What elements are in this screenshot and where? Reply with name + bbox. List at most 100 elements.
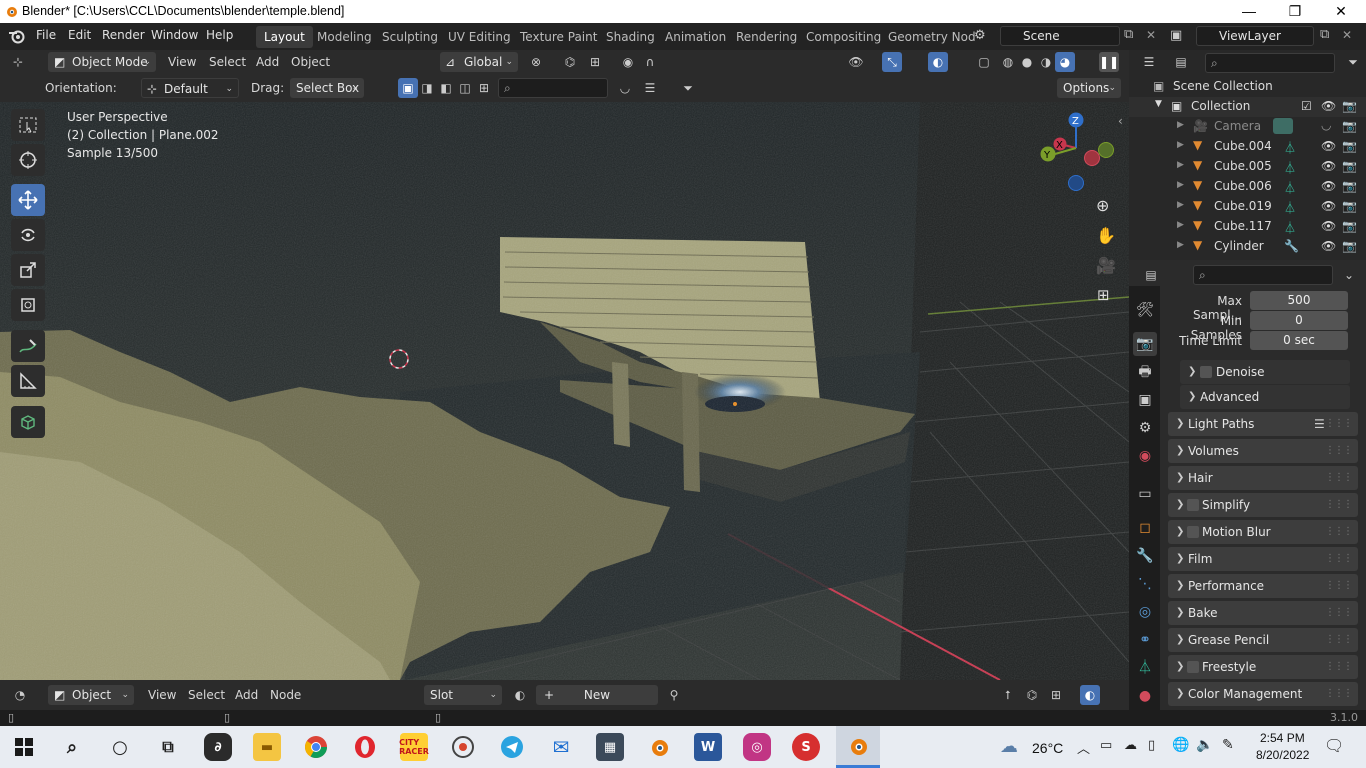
tab-rendering[interactable]: Rendering: [728, 26, 805, 48]
node-overlay-icon[interactable]: ◐: [1080, 685, 1100, 705]
blender-taskbar-icon[interactable]: [645, 733, 673, 761]
3d-viewport[interactable]: User Perspective (2) Collection | Plane.…: [0, 102, 1129, 680]
view-layer-icon[interactable]: ▣: [1170, 28, 1182, 43]
tab-sculpting[interactable]: Sculpting: [374, 26, 446, 48]
outliner-editor-icon[interactable]: ☰: [1139, 52, 1159, 72]
panel-volumes[interactable]: ❯ Volumes ⋮⋮⋮: [1168, 439, 1358, 463]
scene-collection-row[interactable]: ▣ Scene Collection: [1129, 77, 1366, 97]
weather-icon[interactable]: ☁: [1000, 736, 1018, 757]
tool-transform[interactable]: [11, 289, 45, 321]
drag-handle-icon[interactable]: ⋮⋮⋮: [1325, 601, 1353, 625]
menu-help[interactable]: Help: [206, 28, 233, 42]
min-samples-field[interactable]: 0: [1250, 311, 1348, 330]
select-new-icon[interactable]: ▣: [398, 78, 418, 98]
visibility-eye-icon[interactable]: 👁: [1321, 199, 1336, 213]
search-taskbar-icon[interactable]: ⌕: [58, 733, 86, 761]
outliner-display-mode-icon[interactable]: ▤: [1171, 52, 1191, 72]
panel-bake[interactable]: ❯ Bake ⋮⋮⋮: [1168, 601, 1358, 625]
tool-measure[interactable]: [11, 365, 45, 397]
sidebar-toggle-icon[interactable]: ‹: [1118, 114, 1123, 128]
drag-handle-icon[interactable]: ⋮⋮⋮: [1325, 466, 1353, 490]
visibility-eye-icon[interactable]: 👁: [1321, 139, 1336, 153]
scene-icon[interactable]: ⚙: [974, 28, 986, 43]
presets-list-icon[interactable]: ☰: [1314, 412, 1325, 436]
outliner-item-cylinder[interactable]: ▶ ▼ Cylinder 🔧 👁 📷: [1129, 237, 1366, 257]
chrome-icon[interactable]: [302, 733, 330, 761]
zoom-icon[interactable]: ⊕: [1096, 196, 1109, 215]
volume-icon[interactable]: 🔈: [1196, 737, 1213, 753]
denoise-checkbox[interactable]: [1200, 366, 1212, 378]
tab-texture-paint[interactable]: Texture Paint: [512, 26, 605, 48]
outliner-item-cube-006[interactable]: ▶ ▼ Cube.006 ⏃ 👁 📷: [1129, 177, 1366, 197]
outliner-item-cube-005[interactable]: ▶ ▼ Cube.005 ⏃ 👁 📷: [1129, 157, 1366, 177]
advanced-subpanel[interactable]: ❯ Advanced: [1180, 385, 1350, 409]
drag-handle-icon[interactable]: ⋮⋮⋮: [1325, 520, 1353, 544]
camera-hidden-icon[interactable]: ◡: [1321, 118, 1331, 132]
copy-view-layer-icon[interactable]: ⧉: [1320, 27, 1329, 42]
select-subtract-icon[interactable]: ◧: [436, 78, 456, 98]
mode-dropdown[interactable]: ◩ Object Mode ⌄: [48, 52, 156, 72]
clock-date[interactable]: 8/20/2022: [1256, 748, 1309, 762]
select-intersect-icon[interactable]: ⊞: [474, 78, 494, 98]
collection-tab-icon[interactable]: ▭: [1133, 482, 1157, 506]
panel-hair[interactable]: ❯ Hair ⋮⋮⋮: [1168, 466, 1358, 490]
particles-tab-icon[interactable]: ⋱: [1133, 572, 1157, 596]
list-icon[interactable]: ☰: [640, 78, 660, 98]
bottom-menu-add[interactable]: Add: [235, 688, 258, 702]
properties-options-icon[interactable]: ⌄: [1339, 265, 1359, 285]
drag-handle-icon[interactable]: ⋮⋮⋮: [1325, 547, 1353, 571]
tab-modeling[interactable]: Modeling: [309, 26, 380, 48]
menu-window[interactable]: Window: [151, 28, 198, 42]
slot-dropdown[interactable]: Slot ⌄: [424, 685, 502, 705]
file-explorer-icon[interactable]: ▬: [253, 733, 281, 761]
shading-rendered-icon[interactable]: ◕: [1055, 52, 1075, 72]
output-tab-icon[interactable]: 🖶: [1133, 360, 1157, 384]
pen-icon[interactable]: ✎: [1222, 737, 1234, 753]
notifications-icon[interactable]: 🗨: [1324, 736, 1344, 755]
outliner-item-camera[interactable]: ▶ 🎥 Camera ◡ 📷: [1129, 117, 1366, 137]
collection-checkbox-icon[interactable]: ☑: [1301, 99, 1312, 113]
editor-type-icon[interactable]: ⊹: [8, 52, 28, 72]
panel-motion-blur[interactable]: ❯ Motion Blur ⋮⋮⋮: [1168, 520, 1358, 544]
panel-light-paths[interactable]: ❯ Light Paths ☰ ⋮⋮⋮: [1168, 412, 1358, 436]
opera-icon[interactable]: [351, 733, 379, 761]
expand-icon[interactable]: ▶: [1177, 240, 1184, 250]
tab-layout[interactable]: Layout: [256, 26, 313, 48]
physics-tab-icon[interactable]: ◎: [1133, 600, 1157, 624]
drag-handle-icon[interactable]: ⋮⋮⋮: [1325, 628, 1353, 652]
drag-handle-icon[interactable]: ⋮⋮⋮: [1325, 682, 1353, 706]
expand-icon[interactable]: ▶: [1177, 180, 1184, 190]
panel-simplify[interactable]: ❯ Simplify ⋮⋮⋮: [1168, 493, 1358, 517]
network-icon[interactable]: 🌐: [1172, 737, 1189, 753]
outliner-filter-icon[interactable]: ⏷: [1343, 52, 1363, 72]
falloff-icon[interactable]: ∩: [640, 52, 660, 72]
menu-edit[interactable]: Edit: [68, 28, 91, 42]
tab-geometry-nodes[interactable]: Geometry Nod: [880, 26, 984, 48]
visibility-eye-icon[interactable]: 👁: [1321, 219, 1336, 233]
select-extend-icon[interactable]: ◨: [417, 78, 437, 98]
freestyle-checkbox[interactable]: [1187, 661, 1199, 673]
minimize-button[interactable]: —: [1226, 0, 1272, 23]
telegram-icon[interactable]: [498, 733, 526, 761]
panel-grease-pencil[interactable]: ❯ Grease Pencil ⋮⋮⋮: [1168, 628, 1358, 652]
scene-tab-icon[interactable]: ⚙: [1133, 416, 1157, 440]
calculator-icon[interactable]: ▦: [596, 733, 624, 761]
drag-handle-icon[interactable]: ⋮⋮⋮: [1325, 574, 1353, 598]
tab-shading[interactable]: Shading: [598, 26, 663, 48]
tool-scale[interactable]: [11, 254, 45, 286]
pivot-icon[interactable]: ⊗: [526, 52, 546, 72]
shading-solid-icon[interactable]: ●: [1017, 52, 1037, 72]
constraints-tab-icon[interactable]: ⚭: [1133, 628, 1157, 652]
menu-render[interactable]: Render: [102, 28, 145, 42]
modifier-wrench-icon[interactable]: 🔧: [1284, 239, 1299, 253]
task-view-icon[interactable]: ⧉: [154, 733, 182, 761]
scene-field[interactable]: Scene: [1000, 26, 1120, 46]
panel-color-management[interactable]: ❯ Color Management ⋮⋮⋮: [1168, 682, 1358, 706]
visibility-eye-icon[interactable]: 👁: [1321, 159, 1336, 173]
shader-type-dropdown[interactable]: ◩ Object ⌄: [48, 685, 134, 705]
snap-icon[interactable]: ⌬: [560, 52, 580, 72]
expand-icon[interactable]: ▶: [1177, 140, 1184, 150]
properties-search-input[interactable]: ⌕: [1193, 265, 1333, 285]
word-icon[interactable]: W: [694, 733, 722, 761]
instagram-icon[interactable]: ◎: [743, 733, 771, 761]
